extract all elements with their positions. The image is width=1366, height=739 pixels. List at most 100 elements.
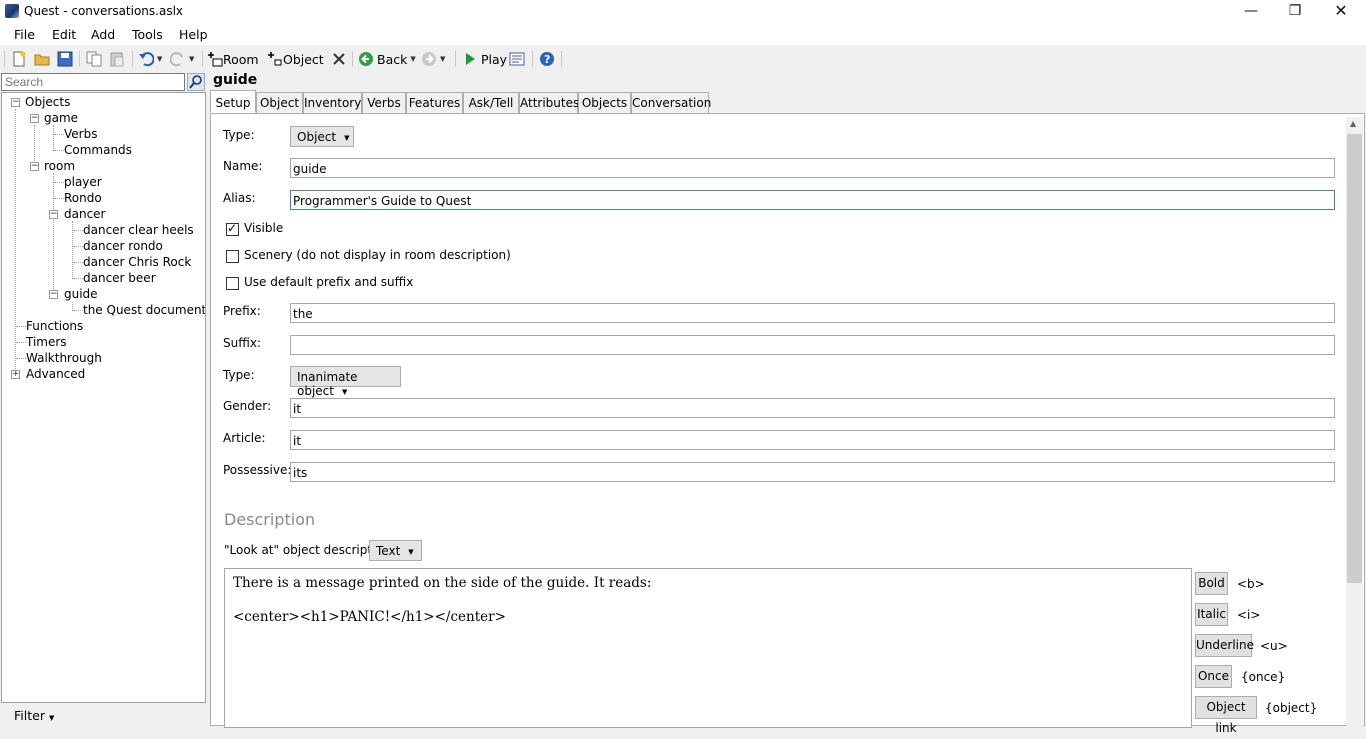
back-button[interactable]: Back ▼ [358,50,416,68]
add-room-button[interactable]: Room [207,50,259,68]
gender-field[interactable]: it [290,398,1335,418]
save-button[interactable] [57,50,73,68]
default-prefix-suffix-checkbox[interactable] [226,277,239,290]
object-title: guide [213,72,258,88]
redo-icon [169,51,186,67]
help-icon: ? [539,51,555,67]
look-at-type-select[interactable]: Text ▼ [369,540,422,561]
tab-objects[interactable]: Objects [578,92,631,114]
article-label: Article: [223,431,266,445]
tree-item-game[interactable]: game [44,111,78,126]
tab-features[interactable]: Features [406,92,463,114]
help-button[interactable]: ? [539,50,555,68]
look-at-type-value: Text [376,544,401,558]
add-room-label: Room [223,51,259,67]
copy-button[interactable] [86,50,102,68]
menu-file[interactable]: File [14,27,35,42]
tab-inventory[interactable]: Inventory [303,92,362,114]
search-input[interactable] [1,73,185,91]
collapse-guide-icon[interactable]: − [49,290,58,299]
minimize-button[interactable]: — [1228,0,1274,23]
undo-dropdown-icon[interactable]: ▼ [157,55,162,63]
prefix-field[interactable]: the [290,303,1335,323]
italic-button[interactable]: Italic [1195,603,1228,626]
tree-item-dancer-chris-rock[interactable]: dancer Chris Rock [83,255,191,270]
delete-button[interactable] [331,50,347,68]
object-link-button[interactable]: Object link [1195,696,1257,735]
tab-setup[interactable]: Setup [210,90,256,113]
type-select[interactable]: Object ▼ [290,126,354,147]
tree-item-verbs[interactable]: Verbs [64,127,97,142]
undo-button[interactable]: ▼ [138,50,162,68]
expand-advanced-icon[interactable]: + [11,370,20,379]
open-file-button[interactable] [34,50,50,68]
scenery-checkbox[interactable] [226,250,239,263]
object-tree: − Objects − game Verbs Commands − room p… [1,92,206,703]
menu-tools[interactable]: Tools [132,27,163,42]
filter-bar[interactable]: Filter ▼ [1,704,206,726]
name-field[interactable]: guide [290,158,1335,178]
code-view-button[interactable] [509,50,525,68]
tab-conversation[interactable]: Conversation [631,92,711,114]
forward-button[interactable]: ▼ [421,50,445,68]
new-file-button[interactable] [11,50,27,68]
menu-add[interactable]: Add [91,27,115,42]
possessive-field[interactable]: its [290,462,1335,482]
tree-item-dancer[interactable]: dancer [64,207,106,222]
scroll-up-icon[interactable]: ▲ [1350,119,1356,128]
tree-item-advanced[interactable]: Advanced [26,367,85,382]
tree-item-commands[interactable]: Commands [64,143,132,158]
quest-app-icon [5,4,19,18]
menu-edit[interactable]: Edit [52,27,76,42]
once-button[interactable]: Once [1195,665,1232,688]
tree-item-walkthrough[interactable]: Walkthrough [26,351,102,366]
object-type-select[interactable]: Inanimate object ▼ [290,366,401,398]
play-button[interactable]: Play [462,50,507,68]
tree-item-player[interactable]: player [64,175,102,190]
once-tag: {once} [1241,670,1286,684]
tree-item-guide[interactable]: guide [63,287,99,302]
bold-button[interactable]: Bold [1195,572,1228,595]
tree-item-timers[interactable]: Timers [26,335,67,350]
collapse-room-icon[interactable]: − [30,162,39,171]
tree-item-dancer-clear-heels[interactable]: dancer clear heels [83,223,194,238]
tree-item-quest-documentation[interactable]: the Quest documentation [83,303,205,318]
forward-dropdown-icon[interactable]: ▼ [440,55,445,63]
svg-text:?: ? [544,53,550,66]
collapse-dancer-icon[interactable]: − [49,210,58,219]
tree-item-rondo[interactable]: Rondo [64,191,102,206]
chevron-down-icon: ▼ [344,133,350,142]
tab-ask-tell[interactable]: Ask/Tell [463,92,519,114]
tree-item-objects[interactable]: Objects [25,95,70,110]
redo-button[interactable]: ▼ [169,50,194,68]
restore-button[interactable]: ❐ [1272,0,1318,23]
paste-icon [109,51,125,67]
tree-item-room[interactable]: room [44,159,75,174]
menu-help[interactable]: Help [179,27,208,42]
add-object-button[interactable]: Object [267,50,324,68]
paste-button[interactable] [109,50,125,68]
description-editor[interactable]: There is a message printed on the side o… [224,568,1192,728]
tab-object[interactable]: Object [256,92,303,114]
chevron-down-icon: ▼ [341,387,348,396]
back-dropdown-icon[interactable]: ▼ [410,55,415,63]
collapse-objects-icon[interactable]: − [11,98,20,107]
collapse-game-icon[interactable]: − [30,114,39,123]
tree-item-dancer-beer[interactable]: dancer beer [83,271,156,286]
play-icon [462,51,478,67]
tab-verbs[interactable]: Verbs [362,92,406,114]
tree-item-dancer-rondo[interactable]: dancer rondo [83,239,163,254]
search-button[interactable] [187,73,205,91]
close-button[interactable]: ✕ [1318,0,1364,23]
object-type-label: Type: [223,368,255,382]
alias-field[interactable]: Programmer's Guide to Quest [290,190,1335,210]
tab-attributes[interactable]: Attributes [519,92,579,114]
filter-button[interactable]: Filter ▼ [14,708,54,723]
visible-checkbox[interactable] [226,221,239,236]
scrollbar-thumb[interactable] [1347,134,1362,583]
tree-item-functions[interactable]: Functions [26,319,83,334]
underline-button[interactable]: Underline [1195,634,1254,657]
suffix-field[interactable] [290,335,1335,355]
redo-dropdown-icon[interactable]: ▼ [189,55,194,63]
article-field[interactable]: it [290,430,1335,450]
